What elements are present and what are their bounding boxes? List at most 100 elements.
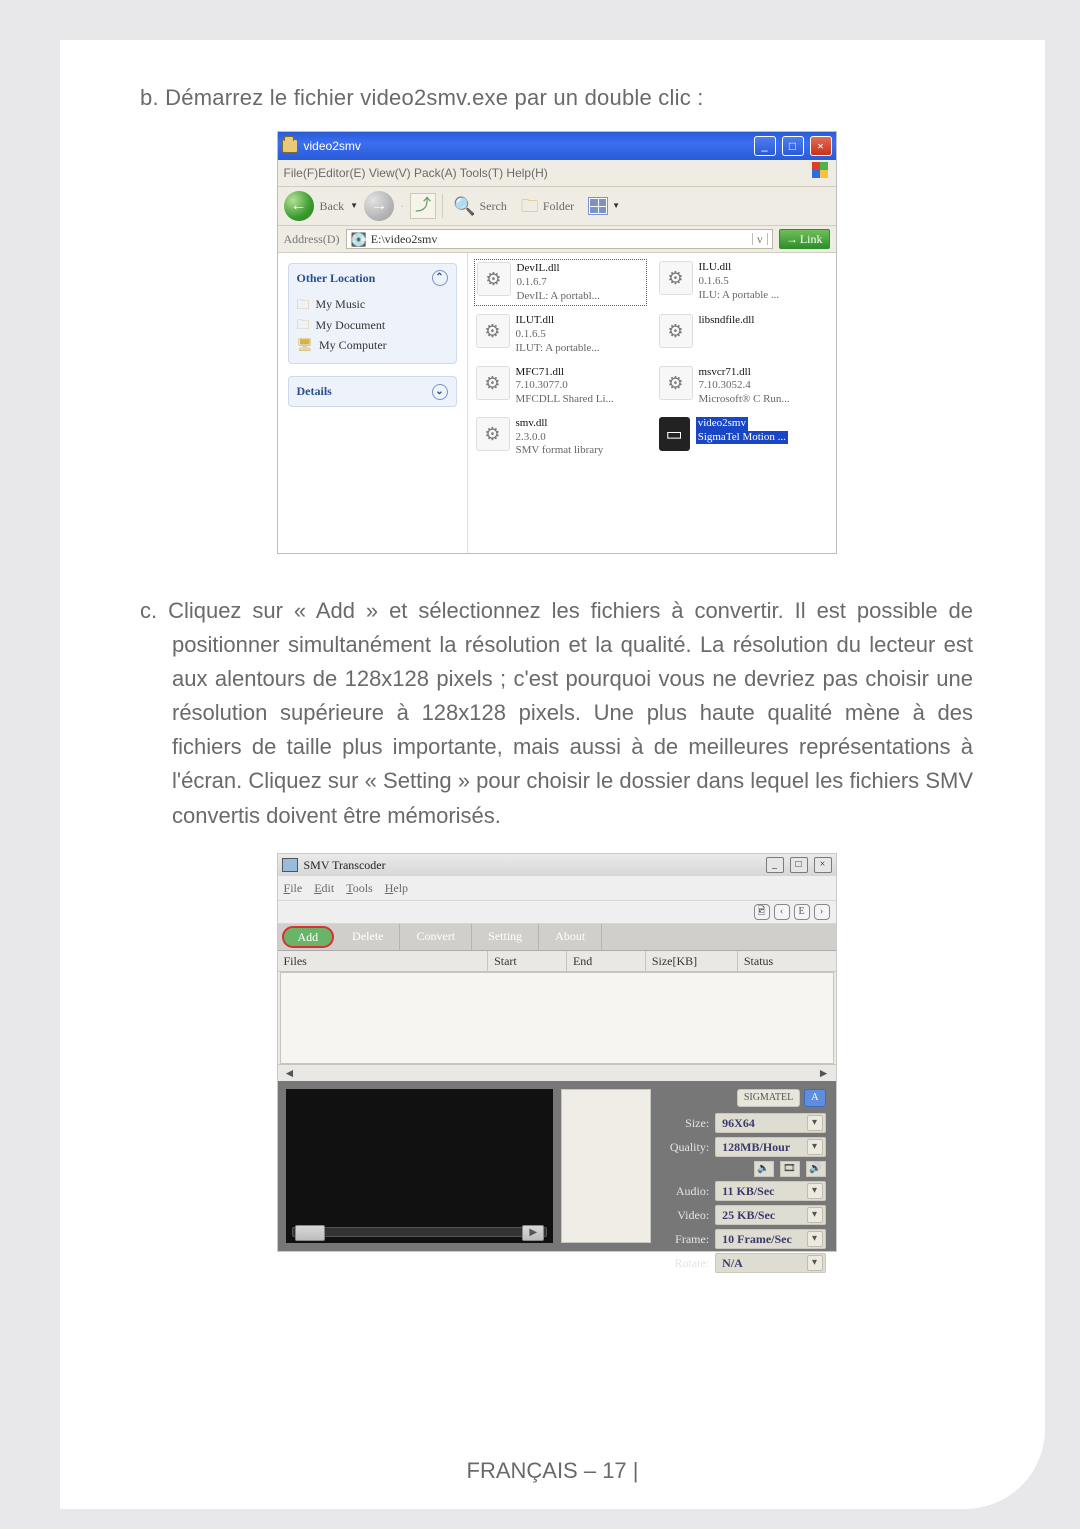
address-input[interactable]: 💽 E:\video2smv v — [346, 229, 773, 249]
file-item[interactable]: ⚙ msvcr71.dll7.10.3052.4Microsoft® C Run… — [659, 366, 828, 407]
col-files[interactable]: Files — [278, 951, 489, 971]
minimize-button[interactable]: _ — [754, 136, 776, 156]
scroll-right-icon[interactable]: ► — [814, 1065, 834, 1081]
film-icon[interactable]: 🎞 — [780, 1161, 800, 1177]
folders-label: Folder — [543, 200, 574, 212]
search-button[interactable]: 🔍 Serch — [449, 195, 511, 217]
back-chevron-icon[interactable]: ▼ — [350, 202, 358, 210]
address-dropdown-icon[interactable]: v — [752, 233, 768, 245]
scroll-left-icon[interactable]: ◄ — [280, 1065, 300, 1081]
grid-body — [280, 972, 834, 1064]
h-scrollbar[interactable]: ◄ ► — [278, 1064, 836, 1081]
sigmatel-chip-icon: SIGMATEL — [737, 1089, 800, 1107]
size-select[interactable]: 96X64▾ — [715, 1113, 825, 1133]
maximize-button[interactable]: □ — [790, 857, 808, 873]
chevron-down-icon[interactable]: ▾ — [807, 1183, 823, 1199]
menu-file[interactable]: File — [284, 878, 303, 898]
file-item[interactable]: ⚙ ILUT.dll0.1.6.5ILUT: A portable... — [476, 314, 645, 355]
menu-tools[interactable]: Tools — [346, 878, 373, 898]
col-start[interactable]: Start — [488, 951, 567, 971]
smv-titlebar: SMV Transcoder _ □ × — [278, 854, 836, 876]
play-button[interactable]: ▶ — [522, 1225, 544, 1241]
dll-icon: ⚙ — [476, 366, 510, 400]
menu-edit[interactable]: Edit — [314, 878, 334, 898]
collapse-icon[interactable]: ⌃ — [432, 270, 448, 286]
back-button[interactable]: ← — [284, 191, 314, 221]
menu-help[interactable]: Help — [385, 878, 408, 898]
chevron-down-icon[interactable]: ▾ — [807, 1115, 823, 1131]
chevron-down-icon[interactable]: ▾ — [807, 1231, 823, 1247]
file-item-video2smv[interactable]: ▭ video2smvSigmaTel Motion ... — [659, 417, 828, 458]
drive-icon: 💽 — [351, 233, 367, 246]
prev-icon[interactable]: ‹ — [774, 904, 790, 920]
smv-title-text: SMV Transcoder — [304, 859, 386, 871]
titlebar: video2smv _ □ × — [278, 132, 836, 160]
file-item[interactable]: ⚙ MFC71.dll7.10.3077.0MFCDLL Shared Li..… — [476, 366, 645, 407]
side-item-music[interactable]: 🗀My Music — [297, 295, 448, 315]
thumbnail-pane — [561, 1089, 651, 1243]
file-item[interactable]: ⚙ DevIL.dll0.1.6.7DevIL: A portabl... — [476, 261, 645, 304]
seek-slider[interactable]: ▶ — [292, 1227, 548, 1237]
details-panel[interactable]: Details ⌄ — [288, 376, 457, 407]
smv-tabs: Add Delete Convert Setting About — [278, 924, 836, 951]
menubar[interactable]: File(F)Editor(E) View(V) Pack(A) Tools(T… — [278, 160, 836, 187]
view-button[interactable]: ▼ — [584, 195, 624, 217]
quality-select[interactable]: 128MB/Hour▾ — [715, 1137, 825, 1157]
dll-icon: ⚙ — [659, 261, 693, 295]
smv-menubar[interactable]: File Edit Tools Help — [278, 876, 836, 901]
tab-delete[interactable]: Delete — [336, 924, 400, 950]
col-status[interactable]: Status — [738, 951, 836, 971]
address-label: Address(D) — [284, 233, 340, 245]
volume-icon[interactable]: 🔈 — [754, 1161, 774, 1177]
side-panel: Other Location ⌃ 🗀My Music 🗀My Document … — [278, 253, 468, 553]
rotate-select[interactable]: N/A▾ — [715, 1253, 825, 1273]
next-icon[interactable]: › — [814, 904, 830, 920]
side-item-computer[interactable]: 🖥My Computer — [297, 335, 448, 355]
file-item[interactable]: ⚙ ILU.dll0.1.6.5ILU: A portable ... — [659, 261, 828, 304]
forward-button[interactable]: → — [364, 191, 394, 221]
speaker-icon[interactable]: 🔊 — [806, 1161, 826, 1177]
file-item[interactable]: ⚙ smv.dll2.3.0.0SMV format library — [476, 417, 645, 458]
frame-select[interactable]: 10 Frame/Sec▾ — [715, 1229, 825, 1249]
other-location-panel[interactable]: Other Location ⌃ 🗀My Music 🗀My Document … — [288, 263, 457, 364]
window-title: video2smv — [304, 140, 361, 152]
maximize-button[interactable]: □ — [782, 136, 804, 156]
dll-icon: ⚙ — [476, 417, 510, 451]
chevron-down-icon[interactable]: ▾ — [807, 1207, 823, 1223]
expand-icon[interactable]: ⌄ — [432, 384, 448, 400]
video-select[interactable]: 25 KB/Sec▾ — [715, 1205, 825, 1225]
tab-about[interactable]: About — [539, 924, 602, 950]
windows-flag-icon — [812, 162, 830, 180]
file-grid: Files Start End Size[KB] Status ◄ ► — [278, 951, 836, 1081]
audio-select[interactable]: 11 KB/Sec▾ — [715, 1181, 825, 1201]
chevron-down-icon[interactable]: ▾ — [807, 1255, 823, 1271]
language-row: 🖻 ‹ E › — [278, 901, 836, 924]
tab-setting[interactable]: Setting — [472, 924, 539, 950]
col-end[interactable]: End — [567, 951, 646, 971]
go-label: Link — [800, 233, 823, 245]
folders-button[interactable]: 🗀 Folder — [517, 195, 578, 217]
close-button[interactable]: × — [814, 857, 832, 873]
menubar-items[interactable]: File(F)Editor(E) View(V) Pack(A) Tools(T… — [284, 162, 548, 184]
toolbar: ← Back ▼ → · ⤴ 🔍 Serch 🗀 Folder ▼ — [278, 187, 836, 226]
side-item-document[interactable]: 🗀My Document — [297, 315, 448, 335]
file-item[interactable]: ⚙ libsndfile.dll — [659, 314, 828, 355]
chevron-down-icon[interactable]: ▾ — [807, 1139, 823, 1155]
minimize-button[interactable]: _ — [766, 857, 784, 873]
explorer-window: video2smv _ □ × File(F)Editor(E) View(V)… — [277, 131, 837, 554]
col-size[interactable]: Size[KB] — [646, 951, 738, 971]
tab-add[interactable]: Add — [282, 926, 335, 948]
audio-label: Audio: — [655, 1185, 709, 1197]
details-title: Details — [297, 383, 332, 400]
slider-thumb[interactable] — [295, 1225, 325, 1241]
lang-e-icon[interactable]: E — [794, 904, 810, 920]
up-button[interactable]: ⤴ — [410, 193, 436, 219]
exe-icon: ▭ — [659, 417, 690, 451]
tab-convert[interactable]: Convert — [400, 924, 472, 950]
rotate-label: Rotate: — [655, 1257, 709, 1269]
dll-icon: ⚙ — [477, 262, 511, 296]
lang-icon[interactable]: 🖻 — [754, 904, 770, 920]
go-button[interactable]: → Link — [779, 229, 830, 249]
close-button[interactable]: × — [810, 136, 832, 156]
address-bar: Address(D) 💽 E:\video2smv v → Link — [278, 226, 836, 253]
